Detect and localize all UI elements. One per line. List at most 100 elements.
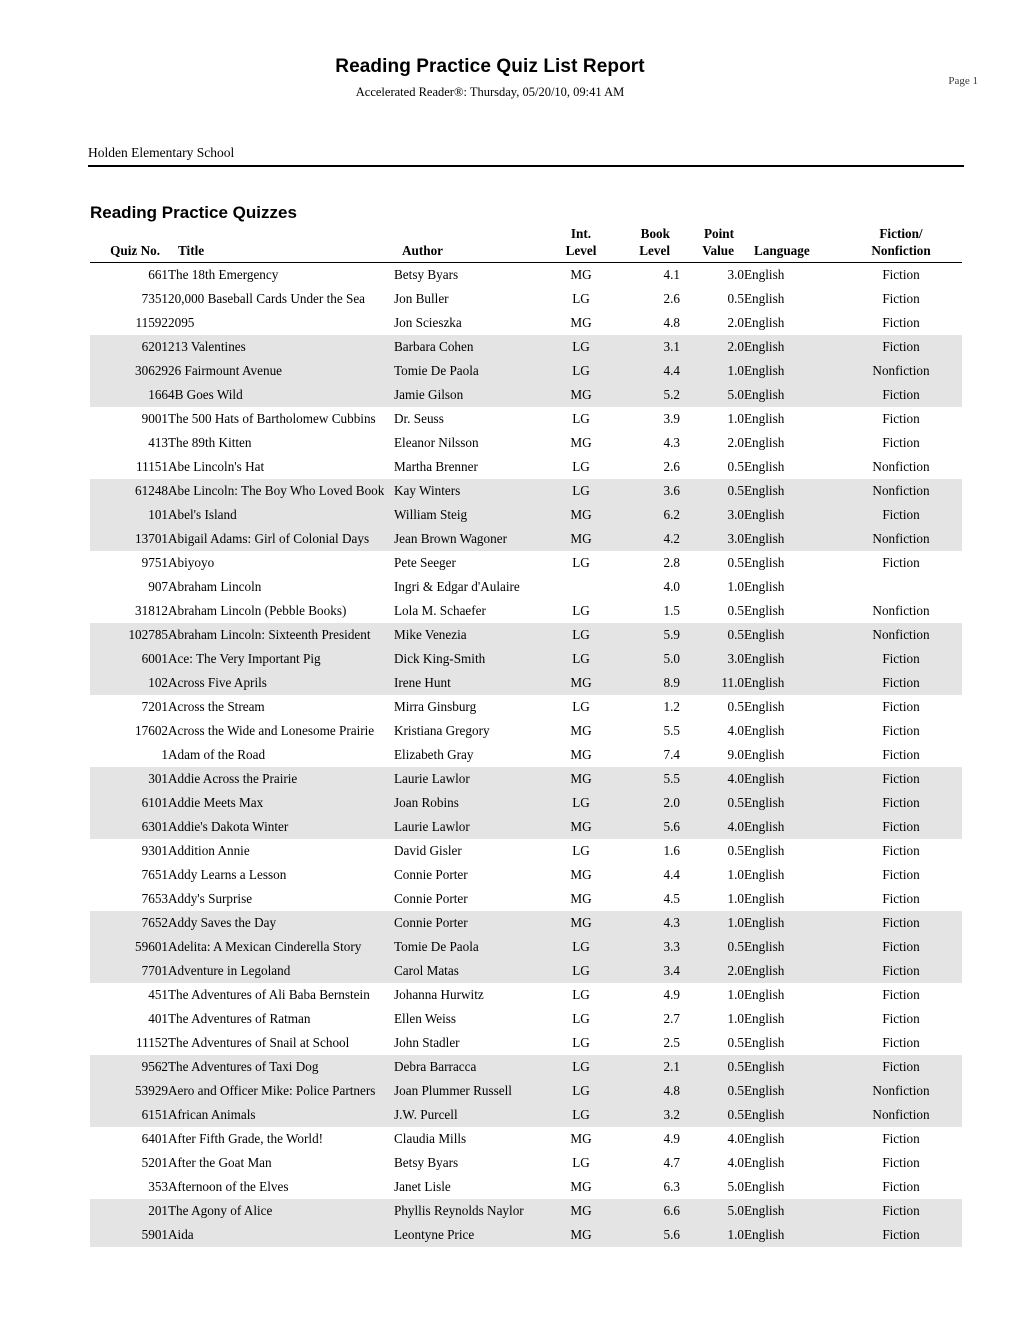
column-header-language-label: Language bbox=[754, 243, 810, 258]
column-header-language: Language bbox=[744, 225, 840, 263]
cell-book-level: 1.6 bbox=[663, 843, 680, 858]
cell-language: English bbox=[744, 843, 785, 858]
cell-int-level: LG bbox=[550, 359, 612, 383]
cell-title: Afternoon of the Elves bbox=[168, 1175, 394, 1199]
cell-point-value: 0.5 bbox=[680, 479, 744, 503]
cell-language: English bbox=[744, 579, 785, 594]
cell-point-value: 0.5 bbox=[680, 1103, 744, 1127]
column-header-title: Title bbox=[168, 225, 394, 263]
cell-language: English bbox=[744, 435, 785, 450]
section-title: Reading Practice Quizzes bbox=[90, 203, 297, 222]
cell-title-text: The Agony of Alice bbox=[168, 1203, 273, 1218]
table-row: 7701 Adventure in Legoland Carol Matas LG 3.… bbox=[90, 959, 962, 983]
cell-quiz-no: 301 bbox=[90, 767, 168, 791]
cell-title: Abe Lincoln's Hat bbox=[168, 455, 394, 479]
cell-book-level: 6.2 bbox=[612, 503, 680, 527]
cell-fiction: Nonfiction bbox=[840, 1103, 962, 1127]
cell-title-text: 2095 bbox=[168, 315, 195, 330]
column-header-quiz-no-label: Quiz No. bbox=[110, 243, 160, 258]
cell-author: Janet Lisle bbox=[394, 1175, 550, 1199]
cell-int-level: LG bbox=[550, 335, 612, 359]
cell-title: Abe Lincoln: The Boy Who Loved Books bbox=[168, 479, 394, 503]
cell-author: Carol Matas bbox=[394, 959, 550, 983]
cell-int-level: MG bbox=[550, 1223, 612, 1247]
table-row: 31812 Abraham Lincoln (Pebble Books) Lola … bbox=[90, 599, 962, 623]
table-row: 451 The Adventures of Ali Baba Bernstein J… bbox=[90, 983, 962, 1007]
cell-author: Tomie De Paola bbox=[394, 359, 550, 383]
cell-title-text: Addie Across the Prairie bbox=[168, 771, 298, 786]
cell-author: Joan Robins bbox=[394, 791, 550, 815]
cell-author-text: Johanna Hurwitz bbox=[394, 987, 484, 1002]
cell-author-text: Elizabeth Gray bbox=[394, 747, 474, 762]
cell-title: Across the Wide and Lonesome Prairie bbox=[168, 719, 394, 743]
cell-author-text: Martha Brenner bbox=[394, 459, 478, 474]
cell-quiz-no: 7351 bbox=[141, 291, 168, 306]
cell-int-level: MG bbox=[570, 1179, 592, 1194]
cell-author: Ellen Weiss bbox=[394, 1007, 550, 1031]
cell-author: John Stadler bbox=[394, 1031, 550, 1055]
cell-quiz-no: 61248 bbox=[90, 479, 168, 503]
cell-author: Laurie Lawlor bbox=[394, 767, 550, 791]
cell-point-value: 1.0 bbox=[680, 911, 744, 935]
cell-book-level: 2.5 bbox=[663, 1035, 680, 1050]
cell-author-text: Irene Hunt bbox=[394, 675, 451, 690]
cell-book-level: 4.7 bbox=[663, 1155, 680, 1170]
cell-quiz-no: 661 bbox=[148, 267, 168, 282]
cell-title: After the Goat Man bbox=[168, 1151, 394, 1175]
cell-book-level: 4.9 bbox=[663, 1131, 680, 1146]
cell-title: Aero and Officer Mike: Police Partners bbox=[168, 1079, 394, 1103]
cell-quiz-no: 30629 bbox=[90, 359, 168, 383]
cell-title: The 500 Hats of Bartholomew Cubbins bbox=[168, 407, 394, 431]
table-row: 401 The Adventures of Ratman Ellen Weiss LG… bbox=[90, 1007, 962, 1031]
cell-language: English bbox=[744, 623, 840, 647]
cell-language: English bbox=[744, 411, 785, 426]
cell-int-level: LG bbox=[550, 959, 612, 983]
cell-book-level: 5.5 bbox=[663, 723, 680, 738]
cell-title-text: 4B Goes Wild bbox=[168, 387, 243, 402]
column-header-fiction-line1: Fiction/ bbox=[879, 226, 923, 241]
cell-author-text: Connie Porter bbox=[394, 891, 468, 906]
cell-book-level: 2.1 bbox=[612, 1055, 680, 1079]
cell-author-text: Connie Porter bbox=[394, 915, 468, 930]
table-row: 201 The Agony of Alice Phyllis Reynolds Na… bbox=[90, 1199, 962, 1223]
cell-int-level: MG bbox=[570, 867, 592, 882]
cell-title-text: Addie Meets Max bbox=[168, 795, 264, 810]
table-row: 9751 Abiyoyo Pete Seeger LG 2.8 0.5 English Fic… bbox=[90, 551, 962, 575]
column-header-title-label: Title bbox=[178, 243, 205, 258]
cell-title: Addy Learns a Lesson bbox=[168, 863, 394, 887]
cell-language: English bbox=[744, 1155, 785, 1170]
cell-language: English bbox=[744, 359, 840, 383]
cell-language: English bbox=[744, 267, 785, 282]
cell-title-text: Abraham Lincoln: Sixteenth President bbox=[168, 627, 371, 642]
cell-language: English bbox=[744, 503, 840, 527]
cell-point-value: 3.0 bbox=[680, 503, 744, 527]
cell-quiz-no: 102 bbox=[90, 671, 168, 695]
table-row: 101 Abel's Island William Steig MG 6.2 3.0 Eng… bbox=[90, 503, 962, 527]
cell-int-level: LG bbox=[572, 411, 590, 426]
cell-point-value: 1.0 bbox=[680, 1223, 744, 1247]
cell-point-value: 0.5 bbox=[727, 699, 744, 714]
cell-author-text: Jon Scieszka bbox=[394, 315, 462, 330]
cell-quiz-no: 59601 bbox=[90, 935, 168, 959]
cell-book-level: 5.2 bbox=[612, 383, 680, 407]
cell-author: David Gisler bbox=[394, 839, 550, 863]
cell-int-level: LG bbox=[550, 1079, 612, 1103]
cell-int-level: MG bbox=[570, 891, 592, 906]
cell-title-text: The 500 Hats of Bartholomew Cubbins bbox=[168, 411, 376, 426]
cell-language: English bbox=[744, 1055, 840, 1079]
cell-book-level: 3.3 bbox=[612, 935, 680, 959]
cell-author-text: Ingri & Edgar d'Aulaire bbox=[394, 579, 520, 594]
table-row: 5201 After the Goat Man Betsy Byars LG 4.7 4.… bbox=[90, 1151, 962, 1175]
cell-title-text: Across Five Aprils bbox=[168, 675, 267, 690]
cell-author-text: Lola M. Schaefer bbox=[394, 603, 486, 618]
cell-point-value: 2.0 bbox=[727, 435, 744, 450]
cell-quiz-no: 102785 bbox=[90, 623, 168, 647]
cell-author-text: Mirra Ginsburg bbox=[394, 699, 477, 714]
cell-quiz-no: 7653 bbox=[141, 891, 168, 906]
cell-int-level: LG bbox=[550, 647, 612, 671]
cell-language: English bbox=[744, 555, 785, 570]
cell-int-level: MG bbox=[550, 671, 612, 695]
cell-book-level: 3.2 bbox=[612, 1103, 680, 1127]
cell-point-value: 2.0 bbox=[727, 315, 744, 330]
cell-fiction: Fiction bbox=[882, 411, 920, 426]
